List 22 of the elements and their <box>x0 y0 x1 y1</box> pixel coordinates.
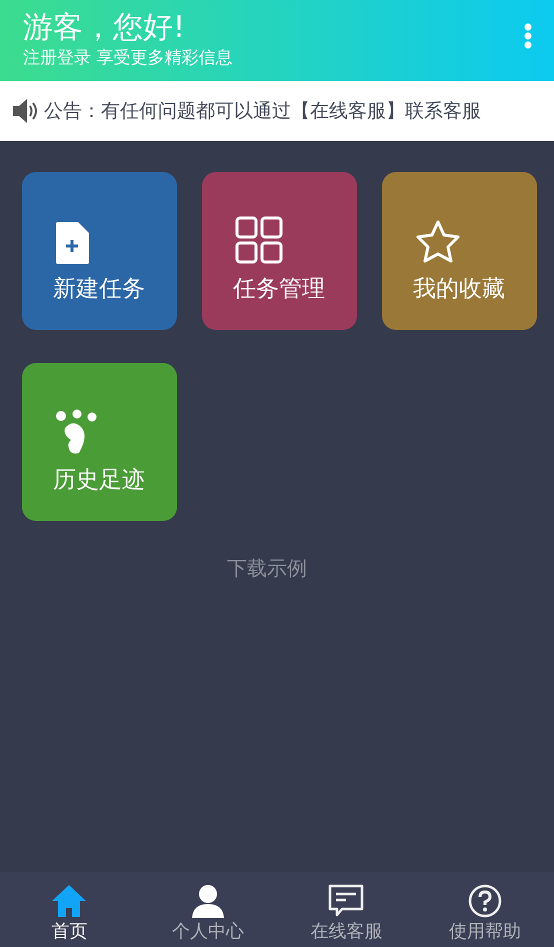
tab-item[interactable]: 个人中心 <box>138 884 277 947</box>
speaker-icon <box>12 98 40 124</box>
home-icon <box>51 884 88 918</box>
menu-tile[interactable]: 历史足迹 <box>22 363 177 521</box>
footprint-icon <box>55 409 99 455</box>
greeting-subtitle: 注册登录 享受更多精彩信息 <box>23 46 232 68</box>
tab-item[interactable]: 在线客服 <box>277 884 416 947</box>
more-menu-icon[interactable] <box>524 22 532 48</box>
star-icon <box>415 220 461 264</box>
menu-tile[interactable]: 新建任务 <box>22 172 177 330</box>
menu-tile[interactable]: 任务管理 <box>202 172 357 330</box>
greeting-title: 游客，您好! <box>23 8 186 46</box>
download-example-link[interactable]: 下载示例 <box>227 555 307 582</box>
notice-text: 公告：有任何问题都可以通过【在线客服】联系客服 <box>44 99 481 124</box>
menu-tile[interactable]: 我的收藏 <box>382 172 537 330</box>
person-icon <box>190 884 226 918</box>
tab-item[interactable]: 使用帮助 <box>416 884 554 947</box>
add-file-icon <box>55 222 89 264</box>
tab-item[interactable]: 首页 <box>0 884 138 947</box>
chat-icon <box>328 884 364 918</box>
grid-icon <box>235 216 283 264</box>
help-icon <box>466 884 503 918</box>
